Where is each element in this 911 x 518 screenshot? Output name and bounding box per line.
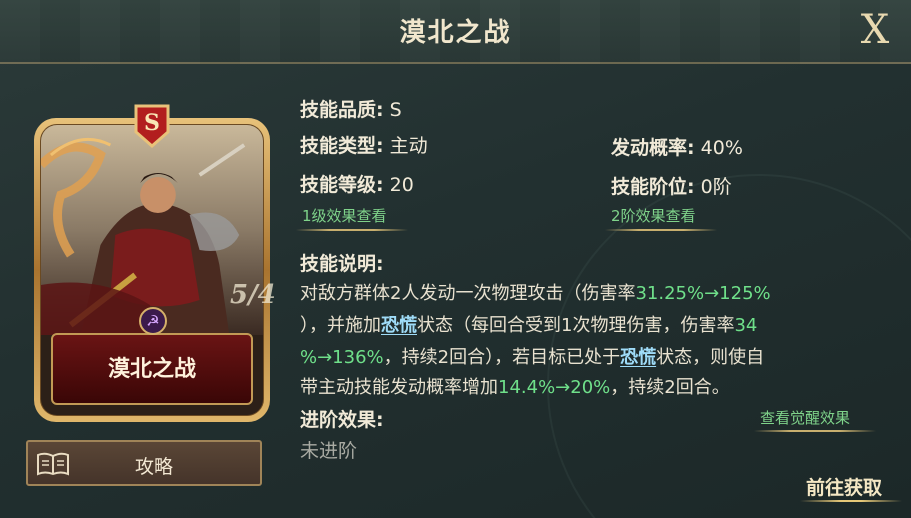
activation-rate-label: 发动概率: bbox=[611, 137, 695, 159]
activation-rate-value: 40% bbox=[700, 137, 743, 159]
advance-title: 进阶效果: bbox=[300, 409, 384, 431]
description-text: 状态，则使自 bbox=[656, 347, 765, 368]
guide-button-label: 攻略 bbox=[134, 456, 173, 478]
grade-badge-text: S bbox=[144, 110, 160, 136]
card-name: 漠北之战 bbox=[107, 357, 196, 382]
skill-quality: 技能品质: S bbox=[300, 95, 402, 122]
panic-keyword-link[interactable]: 恐慌 bbox=[381, 315, 417, 336]
dot-rate-value: 34 bbox=[734, 315, 758, 336]
skill-stage-value: 0阶 bbox=[700, 176, 732, 198]
description-line-2: ），并施加恐慌状态（每回合受到1次物理伤害，伤害率34 bbox=[300, 311, 757, 337]
skill-quality-value: S bbox=[389, 99, 402, 121]
page-title: 漠北之战 bbox=[399, 18, 512, 48]
skill-level-label: 技能等级: bbox=[300, 174, 384, 196]
guide-button[interactable]: 攻略 bbox=[26, 440, 262, 486]
description-line-4: 带主动技能发动概率增加14.4%→20%，持续2回合。 bbox=[300, 373, 730, 399]
description-text: ，持续2回合），若目标已处于 bbox=[383, 347, 621, 368]
skill-detail-panel: 漠北之战 X 漠北之战 ☭ S 5/4 攻略 技能品质: S 技能类型: 主动 … bbox=[0, 0, 911, 518]
skill-type: 技能类型: 主动 bbox=[300, 131, 428, 158]
skill-type-label: 技能类型: bbox=[300, 135, 384, 157]
description-text: 状态（每回合受到1次物理伤害，伤害率 bbox=[417, 315, 735, 336]
description-text: 对敌方群体2人发动一次物理攻击（伤害率 bbox=[300, 283, 636, 304]
damage-rate-value: 31.25%→125% bbox=[635, 283, 771, 304]
skill-type-value: 主动 bbox=[389, 135, 428, 157]
stage2-link-underline bbox=[605, 229, 717, 231]
panic-keyword-link[interactable]: 恐慌 bbox=[620, 347, 656, 368]
card-inner: 漠北之战 ☭ bbox=[40, 124, 264, 416]
obtain-underline bbox=[800, 500, 902, 502]
description-text: ），并施加 bbox=[300, 315, 381, 336]
obtain-button[interactable]: 前往获取 bbox=[806, 473, 882, 500]
card-level-mark: 5/4 bbox=[230, 280, 276, 310]
skill-level: 技能等级: 20 bbox=[300, 170, 414, 197]
rate-bonus-value: 14.4%→20% bbox=[498, 377, 611, 398]
skill-level-value: 20 bbox=[389, 174, 414, 196]
skill-card: 漠北之战 ☭ S 5/4 bbox=[34, 104, 276, 422]
description-line-3: %→136%，持续2回合），若目标已处于恐慌状态，则使自 bbox=[300, 343, 764, 369]
dot-rate-value: %→136% bbox=[300, 347, 384, 368]
awaken-link-underline bbox=[754, 430, 876, 432]
advance-value: 未进阶 bbox=[300, 440, 358, 462]
stage2-effect-link[interactable]: 2阶效果查看 bbox=[611, 205, 696, 226]
card-frame: 漠北之战 ☭ bbox=[34, 118, 270, 422]
header-bar: 漠北之战 X bbox=[0, 0, 911, 64]
skill-stage-label: 技能阶位: bbox=[611, 176, 695, 198]
description-line-1: 对敌方群体2人发动一次物理攻击（伤害率31.25%→125% bbox=[300, 279, 771, 305]
description-text: 带主动技能发动概率增加 bbox=[300, 377, 498, 398]
close-button[interactable]: X bbox=[853, 8, 897, 52]
level1-effect-link[interactable]: 1级效果查看 bbox=[302, 205, 387, 226]
description-title: 技能说明: bbox=[300, 253, 384, 275]
description-text: ，持续2回合。 bbox=[610, 377, 730, 398]
faction-emblem-icon: ☭ bbox=[139, 307, 167, 335]
level1-link-underline bbox=[296, 229, 408, 231]
activation-rate: 发动概率: 40% bbox=[611, 133, 743, 160]
awaken-effect-link[interactable]: 查看觉醒效果 bbox=[760, 407, 850, 428]
skill-quality-label: 技能品质: bbox=[300, 99, 384, 121]
skill-stage: 技能阶位: 0阶 bbox=[611, 172, 732, 199]
